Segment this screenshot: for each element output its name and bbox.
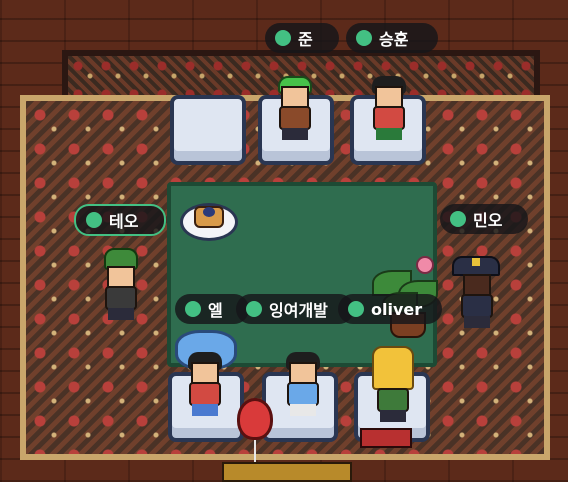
character-face: [107, 266, 135, 288]
character-legs: [290, 404, 316, 416]
player-name: 엘: [208, 301, 223, 320]
character-legs: [192, 404, 218, 416]
character-face: [375, 86, 403, 108]
character-legs: [464, 316, 490, 328]
character-seunghun[interactable]: [364, 76, 414, 146]
plant-flower: [416, 256, 434, 274]
name-tag-mino[interactable]: 민오: [440, 204, 528, 234]
character-face: [289, 362, 317, 384]
online-status-icon: [450, 211, 466, 227]
character-jun[interactable]: [270, 76, 320, 146]
character-body: [287, 382, 319, 406]
online-status-icon: [275, 30, 291, 46]
game-scene: 준 승훈 테오 민오 엘 잉여개발 oliver: [0, 0, 568, 482]
character-teo[interactable]: [96, 248, 146, 332]
character-face: [463, 274, 491, 296]
character-ingyeo[interactable]: [278, 352, 328, 422]
online-status-icon: [348, 301, 364, 317]
name-tag-ingyeo[interactable]: 잉여개발: [236, 294, 354, 324]
player-name: 테오: [109, 212, 139, 231]
character-legs: [376, 128, 402, 140]
character-body: [461, 294, 493, 318]
player-name: 잉여개발: [269, 301, 328, 320]
golden-object: [222, 462, 352, 482]
character-body: [373, 106, 405, 130]
player-name: 승훈: [379, 30, 409, 49]
player-name: 민오: [473, 211, 503, 230]
character-body: [279, 106, 311, 130]
name-tag-jun[interactable]: 준: [265, 23, 339, 53]
character-legs: [282, 128, 308, 140]
cap-badge-icon: [472, 258, 480, 266]
cake-topping: [203, 207, 215, 217]
player-name: 준: [298, 30, 313, 49]
character-hair: [372, 346, 414, 390]
character-body: [377, 388, 409, 412]
character-el[interactable]: [180, 352, 230, 422]
character-face: [191, 362, 219, 384]
name-tag-seunghun[interactable]: 승훈: [346, 23, 438, 53]
red-balloon[interactable]: [237, 398, 273, 440]
name-tag-oliver[interactable]: oliver: [338, 294, 442, 324]
player-name: oliver: [371, 299, 423, 319]
online-status-icon: [246, 301, 262, 317]
character-body: [105, 286, 137, 310]
red-cart: [360, 428, 412, 448]
character-legs: [380, 410, 406, 422]
character-body: [189, 382, 221, 406]
character-face: [281, 86, 309, 108]
online-status-icon: [185, 301, 201, 317]
character-oliver[interactable]: [368, 346, 418, 430]
online-status-icon: [356, 30, 372, 46]
character-mino[interactable]: [452, 270, 502, 340]
online-status-icon: [86, 212, 102, 228]
chair-empty[interactable]: [170, 95, 246, 165]
character-legs: [108, 308, 134, 320]
name-tag-teo[interactable]: 테오: [74, 204, 166, 236]
